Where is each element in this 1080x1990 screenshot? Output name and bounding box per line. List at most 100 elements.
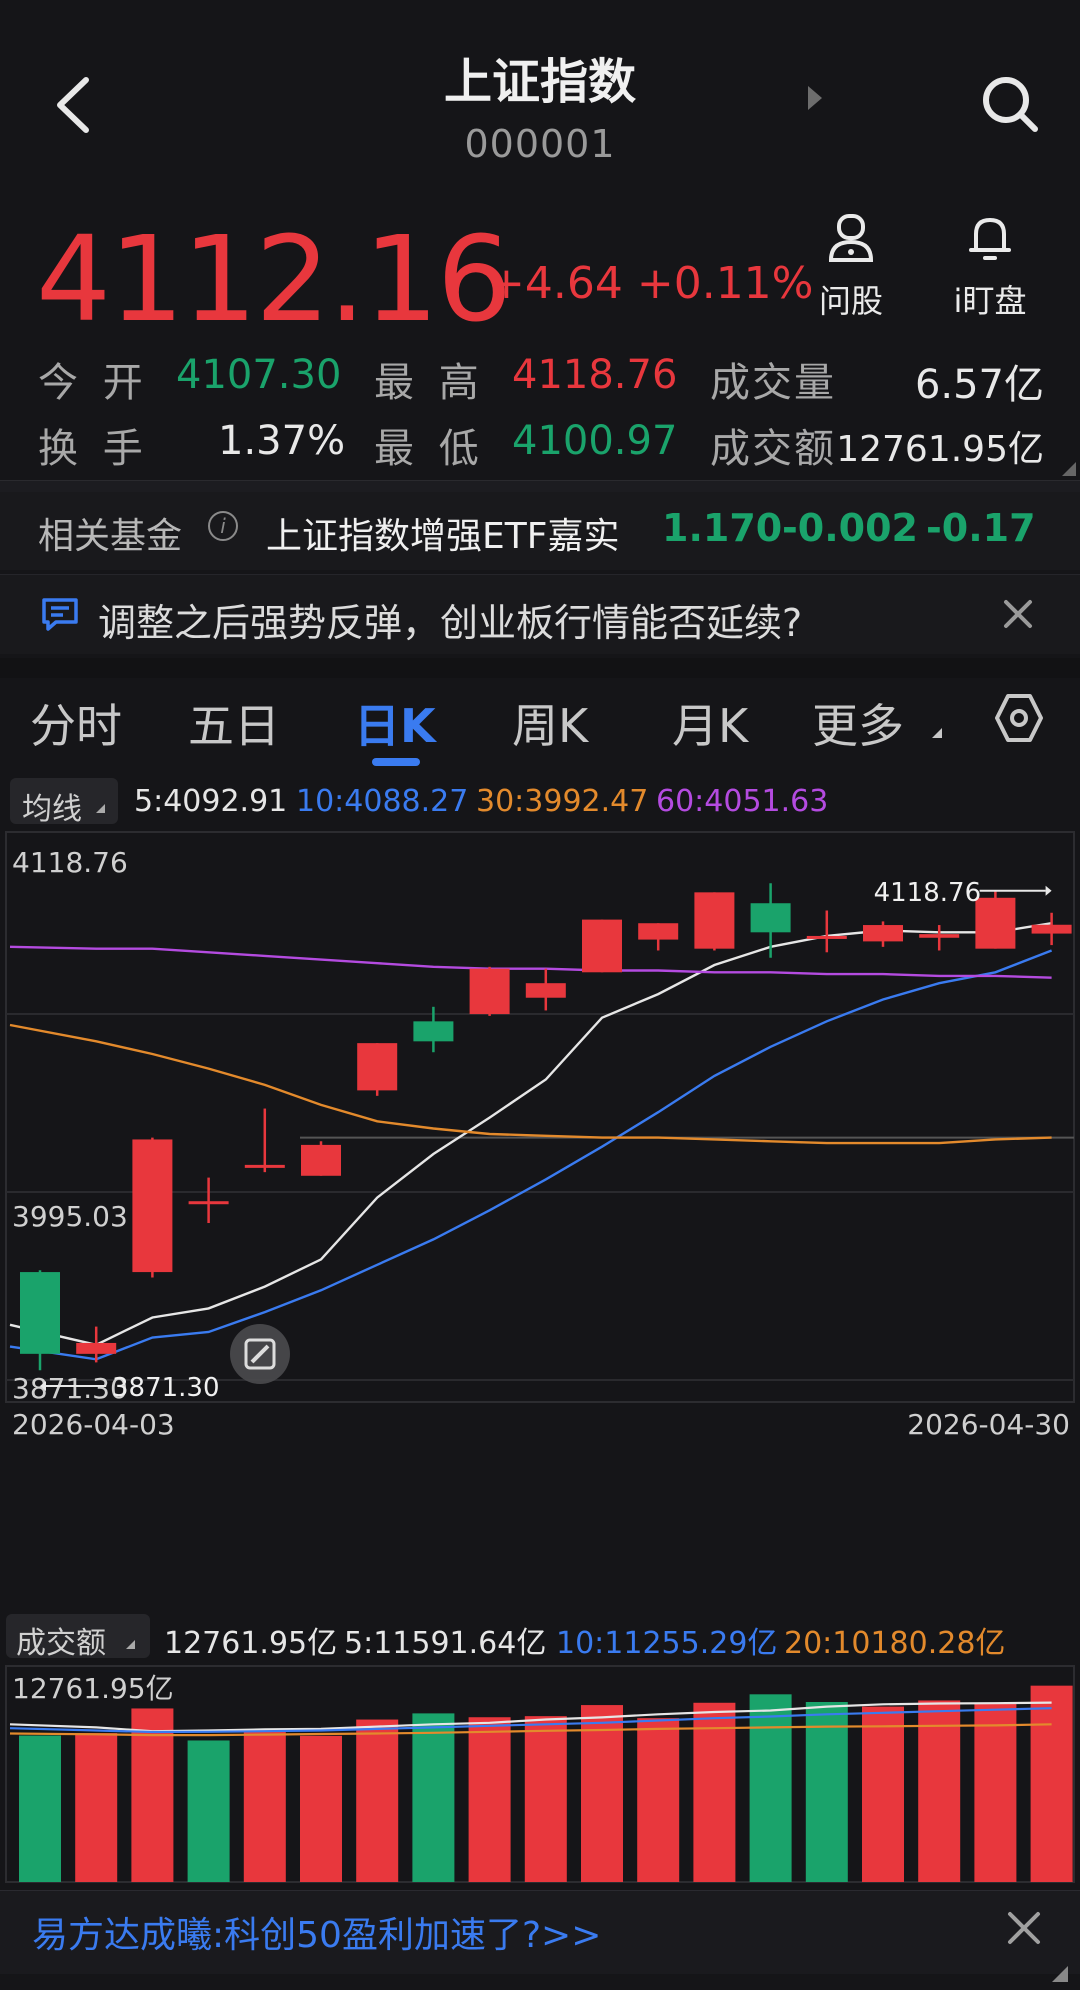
tab-daily-k[interactable]: 日K [354,690,436,756]
volume-bar [693,1702,736,1882]
candle [525,968,566,1011]
divider [0,480,1080,492]
fund-price: 1.170 [662,506,783,550]
turnover-value: 1.37% [218,418,346,464]
ma30-line [9,1023,1052,1145]
candle [469,966,510,1016]
volume-bar [187,1740,230,1882]
dropdown-arrow-icon[interactable] [932,728,942,738]
search-icon[interactable] [978,72,1042,136]
volume-value: 6.57亿 [914,362,1044,408]
y-axis-label-top: 4118.76 [12,846,128,879]
volume-current: 12761.95亿 [164,1626,338,1661]
volume-bar [356,1719,399,1882]
expand-corner-icon[interactable] [1062,462,1076,476]
candle [582,919,622,973]
watch-label: i盯盘 [953,282,1027,320]
tab-intraday[interactable]: 分时 [30,690,122,756]
candlestick-chart[interactable]: 4118.763995.033871.304118.763871.302026-… [0,828,1080,1568]
volume-chart[interactable]: 12761.95亿 [0,1664,1080,1886]
dropdown-arrow-icon [126,1640,135,1649]
amount-value: 12761.95亿 [836,429,1044,470]
ask-stock-label: 问股 [818,282,883,320]
fund-name[interactable]: 上证指数增强ETF嘉实 [266,507,619,559]
close-icon[interactable] [998,594,1038,634]
low-value: 4100.97 [512,418,678,464]
volume-bar [300,1735,342,1882]
volume-bar [805,1702,848,1882]
candle-body [20,1272,60,1354]
candle-body [975,897,1016,949]
close-icon[interactable] [1004,1908,1044,1948]
candle-body [132,1139,173,1273]
volume-ma10: 10:11255.29亿 [556,1626,778,1661]
volume-bar [1030,1685,1073,1882]
change-percent: +0.11% [636,258,814,309]
turnover-label: 换 手 [38,426,149,472]
candle [1031,912,1072,946]
tab-five-day[interactable]: 五日 [188,690,280,756]
candle [694,892,735,951]
next-stock-arrow-icon[interactable] [808,86,822,110]
robot-advisor-icon [828,214,874,262]
promo-text[interactable]: 易方达成曦:科创50盈利加速了?>> [32,1906,601,1958]
draw-tool-button[interactable] [230,1324,290,1384]
volume-axis-label: 12761.95亿 [12,1672,174,1705]
candle [806,910,847,953]
candle-body [469,968,510,1015]
y-axis-label-bottom: 3871.30 [12,1372,128,1405]
volume-bar [19,1735,61,1882]
candle-body [919,934,960,938]
candle [750,883,791,958]
info-icon[interactable]: i [208,511,238,541]
ma-selector-label: 均线 [22,792,82,827]
candle [20,1270,60,1371]
volume-bar [974,1703,1017,1882]
tab-weekly-k[interactable]: 周K [512,690,588,756]
volume-bar [412,1713,455,1882]
settings-icon[interactable] [994,692,1044,744]
ma60-line [9,945,1052,979]
tab-monthly-k[interactable]: 月K [672,690,748,756]
high-value: 4118.76 [512,352,678,398]
candle [638,923,679,951]
candle-body [413,1021,454,1042]
message-icon [40,596,80,632]
volume-bar [581,1705,623,1882]
volume-bar [918,1700,961,1882]
x-axis-label-end: 2026-04-30 [907,1408,1070,1441]
volume-bar [749,1694,792,1882]
candle-body [76,1342,117,1354]
bell-icon [969,218,1011,260]
current-price: 4112.16 [36,210,512,348]
amount-label: 成交额 [710,426,836,472]
related-fund-label: 相关基金 [38,516,183,557]
candle-body [863,925,903,942]
page-title: 上证指数 [443,54,636,110]
volume-bar [468,1717,511,1882]
candle-body [694,892,735,949]
ma30-value: 30:3992.47 [476,784,649,819]
news-text[interactable]: 调整之后强势反弹，创业板行情能否延续? [98,592,802,647]
candle-body [244,1164,285,1168]
ma60-value: 60:4051.63 [656,784,829,819]
divider [0,658,1080,678]
price-change: +4.64 +0.11% [488,258,814,309]
x-axis-label-start: 2026-04-03 [12,1408,175,1441]
candle [301,1141,341,1176]
high-label: 最 高 [374,360,485,406]
tab-more[interactable]: 更多 [812,690,904,756]
ask-stock-button[interactable]: 问股 [806,212,896,322]
candle [975,890,1016,949]
candle [919,925,960,951]
watch-button[interactable]: i盯盘 [940,212,1040,322]
candle-body [806,935,847,939]
volume-bar [862,1706,904,1882]
volume-selector-label: 成交额 [16,1626,106,1661]
candle-body [525,983,566,998]
candle-body [357,1043,398,1091]
candle [357,1043,398,1096]
high-marker-label: 4118.76 [874,878,982,908]
ma5-value: 5:4092.91 [134,784,288,819]
candle-body [301,1144,341,1176]
